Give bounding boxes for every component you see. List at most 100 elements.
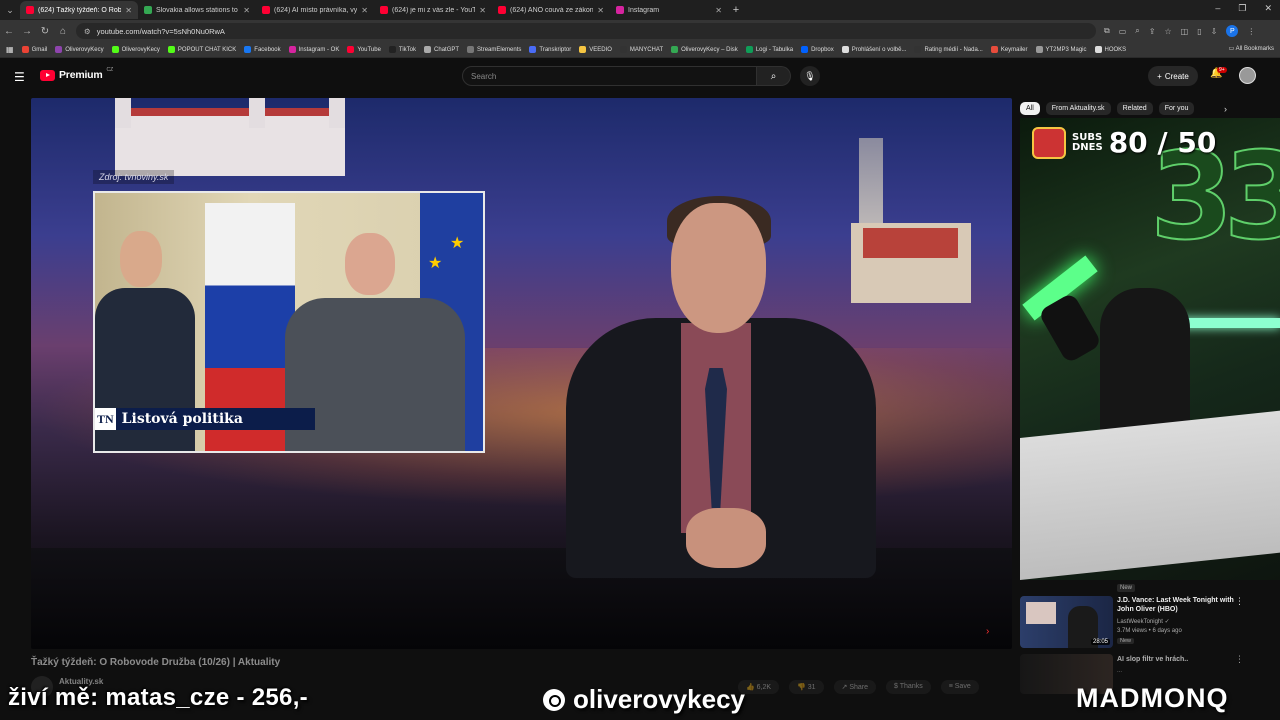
minimize-icon[interactable]: – — [1215, 3, 1220, 14]
bookmark-item[interactable]: POPOUT CHAT KICK — [167, 46, 236, 53]
url-field[interactable]: ⚙ youtube.com/watch?v=5sNh0Nu0RwA — [76, 23, 1096, 39]
download-icon[interactable]: ⇩ — [1211, 27, 1218, 36]
chip-all[interactable]: All — [1020, 102, 1040, 115]
all-bookmarks-button[interactable]: ▭ All Bookmarks — [1229, 45, 1274, 52]
recommended-title[interactable]: J.D. Vance: Last Week Tonight with John … — [1117, 596, 1242, 614]
reload-icon[interactable]: ↻ — [36, 26, 54, 37]
bookmark-item[interactable]: Logi - Tabulka — [745, 46, 793, 53]
tab-title: (624) je mi z vás zle - YouTube — [392, 6, 476, 14]
bookmark-item[interactable]: TikTok — [388, 46, 416, 53]
more-options-icon[interactable]: ⋮ — [1235, 654, 1244, 665]
bookmark-item[interactable]: OliverovyKecy – Disk — [671, 46, 738, 53]
voice-search-button[interactable]: 🎙 — [800, 66, 820, 86]
tab-search-icon[interactable]: ⌄ — [0, 0, 20, 20]
bookmark-item[interactable]: Transkriptor — [529, 46, 571, 53]
notification-badge: 9+ — [1217, 67, 1227, 73]
bookmark-item[interactable]: Dropbox — [801, 46, 834, 53]
instagram-handle: oliverovykecy — [573, 684, 746, 714]
close-window-icon[interactable]: ✕ — [1264, 3, 1272, 14]
castle-tower — [115, 98, 131, 128]
mascot-face-icon — [1032, 126, 1066, 159]
profile-avatar[interactable]: P — [1226, 25, 1239, 37]
tab-close-icon[interactable]: ✕ — [597, 6, 604, 15]
bookmark-item[interactable]: Facebook — [244, 46, 281, 53]
share-button[interactable]: ↗ Share — [833, 680, 877, 694]
person-right-head — [345, 233, 395, 295]
news-inset-frame: ★ ★ ★ TN Listová politika — [93, 191, 485, 453]
recommended-title-2[interactable]: AI slop filtr ve hrách.. — [1117, 656, 1188, 663]
browser-tab[interactable]: (624) ANO couvá ze zákona o n✕ — [492, 1, 610, 19]
browser-tab[interactable]: (624) AI místo právníka, vyhoz✕ — [256, 1, 374, 19]
apps-grid-icon[interactable]: ▦ — [6, 45, 14, 54]
extensions-icon[interactable]: ◫ — [1181, 27, 1189, 36]
forward-icon[interactable]: → — [18, 26, 36, 37]
bookmark-item[interactable]: Prohlášení o volbě... — [841, 46, 907, 53]
browser-tab[interactable]: (624) je mi z vás zle - YouTube✕ — [374, 1, 492, 19]
new-tab-button[interactable]: + — [728, 4, 744, 16]
browser-tab[interactable]: Slovakia allows stations to set n ✕ — [138, 1, 256, 19]
bookmark-item[interactable]: OliverovyKecy — [111, 46, 160, 53]
save-button[interactable]: ≡ Save — [940, 680, 979, 694]
video-player[interactable]: Zdroj: tvnoviny.sk ★ ★ ★ TN Listová poli… — [31, 98, 1012, 649]
browser-tab[interactable]: Instagram ✕ — [610, 1, 728, 19]
create-button[interactable]: + Create — [1148, 66, 1198, 86]
bookmark-favicon-icon — [619, 46, 627, 53]
bookmark-item[interactable]: YouTube — [347, 46, 381, 53]
search-input[interactable]: Search — [462, 66, 757, 86]
bookmark-label: Prohlášení o volbě... — [851, 46, 907, 53]
tab-close-icon[interactable]: ✕ — [125, 6, 132, 15]
tab-close-icon[interactable]: ✕ — [479, 6, 486, 15]
video-title: Ťažký týždeň: O Robovode Družba (10/26) … — [31, 657, 281, 668]
cast-icon[interactable]: ▭ — [1119, 27, 1127, 36]
browser-tab[interactable]: (624) Ťažký týždeň: O Robo ✕ — [20, 1, 138, 19]
sidebar-icon[interactable]: ▯ — [1197, 27, 1201, 36]
zoom-icon[interactable]: ⌕ — [1135, 26, 1139, 36]
tab-favicon-icon — [26, 6, 34, 14]
bookmark-item[interactable]: YT2MP3 Magic — [1035, 46, 1087, 53]
youtube-play-icon — [40, 69, 55, 81]
chip-for-you[interactable]: For you — [1158, 102, 1195, 115]
person-left-head — [120, 231, 162, 287]
recommended-video[interactable]: 28:05 J.D. Vance: Last Week Tonight with… — [1020, 596, 1275, 650]
thanks-button[interactable]: $ Thanks — [886, 680, 931, 694]
browser-menu-icon[interactable]: ⋮ — [1247, 27, 1255, 36]
recommended-thumbnail[interactable]: 28:05 — [1020, 596, 1113, 648]
youtube-logo[interactable]: Premium CZ — [40, 67, 113, 81]
translate-icon[interactable]: ⧉ — [1104, 26, 1110, 36]
bookmark-item[interactable]: Instagram - OK — [288, 46, 339, 53]
search-button[interactable]: ⌕ — [757, 66, 791, 86]
maximize-icon[interactable]: ❐ — [1238, 3, 1246, 14]
bookmark-item[interactable]: Rating médií - Nada... — [914, 46, 983, 53]
tab-title: (624) AI místo právníka, vyhoz — [274, 6, 358, 14]
menu-hamburger-icon[interactable]: ☰ — [14, 70, 25, 84]
bratislava-castle — [115, 116, 345, 176]
share-icon[interactable]: ⇪ — [1149, 27, 1156, 36]
recommended-channel[interactable]: LastWeekTonight ✓ — [1117, 618, 1170, 625]
account-avatar[interactable] — [1239, 67, 1256, 84]
dislike-button[interactable]: 👎 31 — [789, 680, 824, 694]
bookmark-item[interactable]: VEEDIO — [579, 46, 612, 53]
home-icon[interactable]: ⌂ — [54, 26, 72, 37]
bookmark-item[interactable]: HOOKS — [1094, 46, 1126, 53]
bookmark-item[interactable]: ChatGPT — [424, 46, 459, 53]
chips-next-arrow-icon[interactable]: › — [1224, 104, 1227, 114]
bookmark-item[interactable]: StreamElements — [467, 46, 521, 53]
bookmark-item[interactable]: Keymailer — [990, 46, 1028, 53]
more-options-icon[interactable]: ⋮ — [1235, 596, 1244, 607]
site-info-icon[interactable]: ⚙ — [84, 27, 91, 36]
chip-related[interactable]: Related — [1116, 102, 1153, 115]
castle-tower — [249, 98, 265, 128]
bookmark-item[interactable]: MANYCHAT — [619, 46, 663, 53]
castle-tower — [329, 98, 345, 128]
tab-close-icon[interactable]: ✕ — [243, 6, 250, 15]
bookmark-label: Dropbox — [811, 46, 834, 53]
chip-from-channel[interactable]: From Aktuality.sk — [1045, 102, 1111, 115]
bookmark-star-icon[interactable]: ☆ — [1164, 27, 1171, 36]
tab-favicon-icon — [498, 6, 506, 14]
tab-close-icon[interactable]: ✕ — [361, 6, 368, 15]
back-icon[interactable]: ← — [0, 26, 18, 37]
bookmark-label: YouTube — [357, 46, 381, 53]
bookmark-item[interactable]: Gmail — [21, 46, 47, 53]
bookmark-item[interactable]: OliverovyKecy — [55, 46, 104, 53]
tab-close-icon[interactable]: ✕ — [715, 6, 722, 15]
